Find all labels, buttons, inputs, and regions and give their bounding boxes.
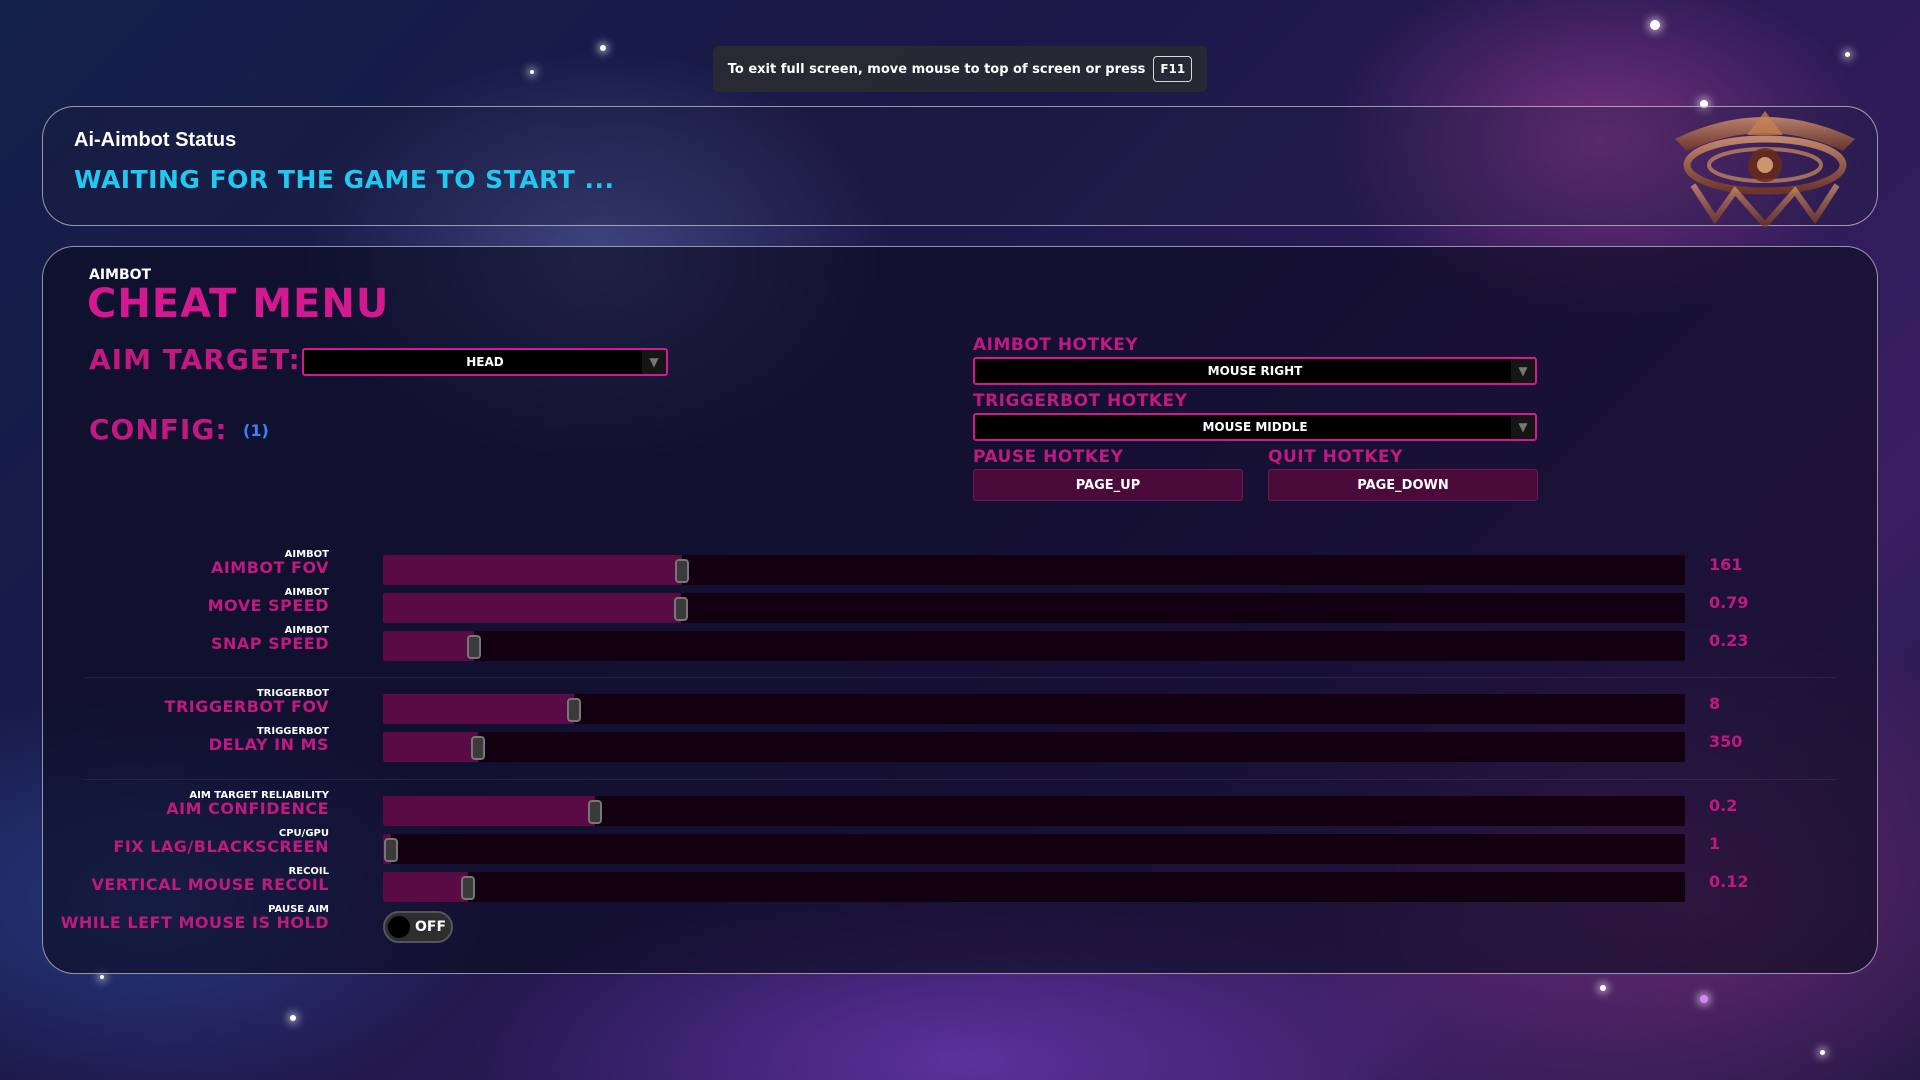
slider-label: DELAY IN MS	[208, 735, 329, 754]
pause-aim-toggle[interactable]: OFF	[383, 911, 453, 943]
slider-thumb[interactable]	[471, 736, 486, 760]
pause-hotkey-label: PAUSE HOTKEY	[973, 447, 1124, 467]
vertical-mouse-recoil-slider[interactable]	[383, 872, 1685, 902]
chevron-down-icon[interactable]: ▼	[642, 350, 666, 374]
slider-value: 0.2	[1709, 796, 1738, 815]
slider-label: MOVE SPEED	[207, 596, 329, 615]
slider-label: FIX LAG/BLACKSCREEN	[113, 837, 329, 856]
slider-row-aim-confidence: AIM TARGET RELIABILITY AIM CONFIDENCE 0.…	[43, 790, 1879, 826]
slider-value: 1	[1709, 834, 1721, 853]
chevron-down-icon[interactable]: ▼	[1511, 359, 1535, 383]
fullscreen-message: To exit full screen, move mouse to top o…	[727, 61, 1146, 77]
delay-in-ms-slider[interactable]	[383, 732, 1685, 762]
fix-lag-slider[interactable]	[383, 834, 1685, 864]
slider-row-fix-lag: CPU/GPU FIX LAG/BLACKSCREEN 1	[43, 828, 1879, 864]
aim-target-select[interactable]: HEAD ▼	[302, 348, 668, 376]
triggerbot-hotkey-select[interactable]: MOUSE MIDDLE ▼	[973, 413, 1537, 441]
aimbot-hotkey-value: MOUSE RIGHT	[1207, 364, 1303, 378]
triggerbot-hotkey-value: MOUSE MIDDLE	[1202, 420, 1308, 434]
toggle-knob	[388, 916, 410, 938]
slider-thumb[interactable]	[383, 838, 398, 862]
slider-row-delay-in-ms: TRIGGERBOT DELAY IN MS 350	[43, 726, 1879, 762]
slider-row-snap-speed: AIMBOT SNAP SPEED 0.23	[43, 625, 1879, 661]
slider-thumb[interactable]	[588, 800, 603, 824]
aim-target-label: AIM TARGET:	[89, 343, 301, 376]
slider-thumb[interactable]	[467, 635, 482, 659]
f11-key: F11	[1153, 56, 1193, 82]
slider-label: AIMBOT FOV	[210, 558, 329, 577]
aimbot-fov-slider[interactable]	[383, 555, 1685, 585]
slider-value: 0.12	[1709, 872, 1749, 891]
slider-value: 8	[1709, 694, 1721, 713]
quit-hotkey-button[interactable]: PAGE_DOWN	[1268, 469, 1538, 501]
aim-confidence-slider[interactable]	[383, 796, 1685, 826]
toggle-state: OFF	[415, 919, 447, 935]
config-label: CONFIG:	[89, 413, 228, 446]
aimbot-hotkey-label: AIMBOT HOTKEY	[973, 335, 1139, 355]
pause-aim-row: PAUSE AIM WHILE LEFT MOUSE IS HOLD	[43, 904, 1879, 938]
slider-label: TRIGGERBOT FOV	[164, 697, 329, 716]
eye-logo-icon	[1675, 111, 1855, 227]
triggerbot-hotkey-label: TRIGGERBOT HOTKEY	[973, 391, 1188, 411]
section-divider	[85, 677, 1837, 678]
cheat-menu-panel: AIMBOT CHEAT MENU AIM TARGET: HEAD ▼ CON…	[42, 246, 1878, 974]
pause-hotkey-button[interactable]: PAGE_UP	[973, 469, 1243, 501]
slider-label: AIM CONFIDENCE	[166, 799, 329, 818]
slider-label: VERTICAL MOUSE RECOIL	[91, 875, 329, 894]
quit-hotkey-label: QUIT HOTKEY	[1268, 447, 1403, 467]
status-title: Ai-Aimbot Status	[74, 129, 237, 151]
fullscreen-toast: To exit full screen, move mouse to top o…	[713, 46, 1207, 92]
slider-row-triggerbot-fov: TRIGGERBOT TRIGGERBOT FOV 8	[43, 688, 1879, 724]
snap-speed-slider[interactable]	[383, 631, 1685, 661]
status-text: WAITING FOR THE GAME TO START ...	[74, 165, 615, 194]
move-speed-slider[interactable]	[383, 593, 1685, 623]
slider-thumb[interactable]	[567, 698, 582, 722]
slider-value: 0.79	[1709, 593, 1749, 612]
status-panel: Ai-Aimbot Status WAITING FOR THE GAME TO…	[42, 106, 1878, 227]
slider-thumb[interactable]	[460, 876, 475, 900]
slider-row-move-speed: AIMBOT MOVE SPEED 0.79	[43, 587, 1879, 623]
aim-target-value: HEAD	[466, 355, 504, 369]
slider-value: 161	[1709, 555, 1743, 574]
slider-thumb[interactable]	[674, 597, 689, 621]
menu-title: CHEAT MENU	[87, 281, 390, 327]
aimbot-hotkey-select[interactable]: MOUSE RIGHT ▼	[973, 357, 1537, 385]
slider-label: SNAP SPEED	[211, 634, 329, 653]
chevron-down-icon[interactable]: ▼	[1511, 415, 1535, 439]
slider-thumb[interactable]	[675, 559, 690, 583]
section-divider	[85, 779, 1837, 780]
slider-value: 350	[1709, 732, 1743, 751]
slider-row-vertical-mouse-recoil: RECOIL VERTICAL MOUSE RECOIL 0.12	[43, 866, 1879, 902]
slider-value: 0.23	[1709, 631, 1749, 650]
pause-aim-label: WHILE LEFT MOUSE IS HOLD	[60, 913, 329, 932]
slider-row-aimbot-fov: AIMBOT AIMBOT FOV 161	[43, 549, 1879, 585]
config-value[interactable]: (1)	[243, 421, 269, 440]
